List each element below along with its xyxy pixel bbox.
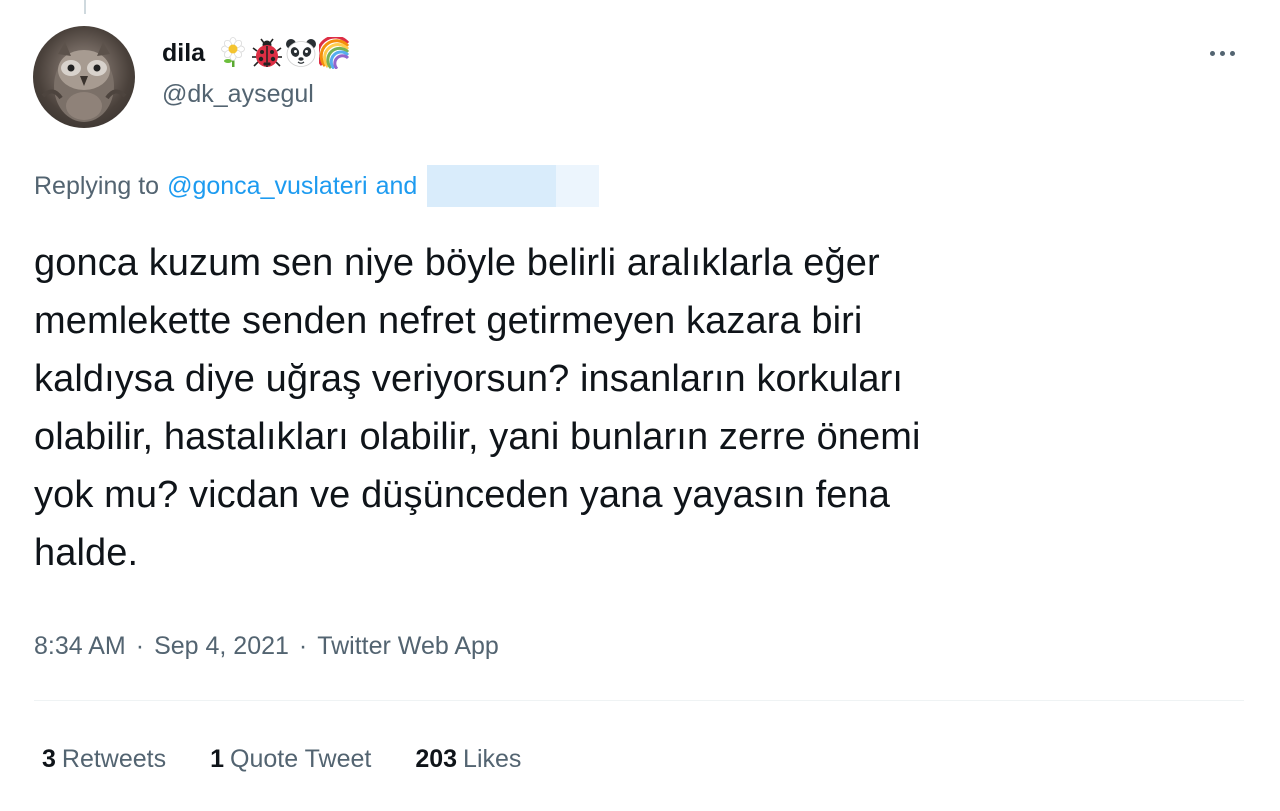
daisy-icon <box>221 37 245 67</box>
mention-link[interactable]: @gonca_vuslateri <box>167 172 368 201</box>
rainbow-icon <box>319 37 350 69</box>
quote-tweets-stat[interactable]: 1 Quote Tweet <box>210 745 371 774</box>
owl-avatar-icon[interactable] <box>33 26 135 128</box>
tweet: dila @dk_aysegul Replying to @gonca_vusl… <box>0 0 1280 811</box>
tweet-date-link[interactable]: Sep 4, 2021 <box>154 632 289 661</box>
ladybug-icon <box>252 38 283 67</box>
likes-stat[interactable]: 203 Likes <box>415 745 521 774</box>
replying-to-conjunction: and <box>375 171 418 200</box>
retweets-count: 3 <box>42 744 56 773</box>
likes-label: Likes <box>463 744 522 773</box>
likes-count: 203 <box>415 744 458 773</box>
owl-avatar-image <box>41 42 127 122</box>
meta-separator: · <box>298 631 308 660</box>
name-emojis <box>217 37 351 69</box>
quote-tweets-label: Quote Tweet <box>230 744 372 773</box>
dot-icon <box>1209 50 1215 56</box>
tweet-metadata: 8:34 AM · Sep 4, 2021 · Twitter Web App <box>34 626 499 666</box>
retweets-stat[interactable]: 3 Retweets <box>42 745 166 774</box>
author-handle[interactable]: @dk_aysegul <box>162 80 314 109</box>
engagement-stats: 3 Retweets 1 Quote Tweet 203 Likes <box>42 738 521 780</box>
quote-tweets-count: 1 <box>210 744 225 773</box>
dot-icon <box>1229 50 1235 56</box>
replying-to-label: Replying to <box>34 171 160 200</box>
redacted-mention-block <box>427 165 600 207</box>
retweets-label: Retweets <box>61 744 167 773</box>
author-name-row: dila <box>162 34 351 72</box>
tweet-source-link[interactable]: Twitter Web App <box>317 632 499 661</box>
meta-separator: · <box>135 631 145 660</box>
dot-icon <box>1219 50 1225 56</box>
tweet-time-link[interactable]: 8:34 AM <box>34 632 126 661</box>
tweet-text: gonca kuzum sen niye böyle belirli aralı… <box>34 242 921 574</box>
more-options-button[interactable] <box>1200 34 1244 72</box>
panda-icon <box>286 39 317 67</box>
stats-divider <box>34 700 1244 701</box>
display-name[interactable]: dila <box>162 39 205 68</box>
replying-to-row: Replying to @gonca_vuslateri and <box>34 165 600 207</box>
